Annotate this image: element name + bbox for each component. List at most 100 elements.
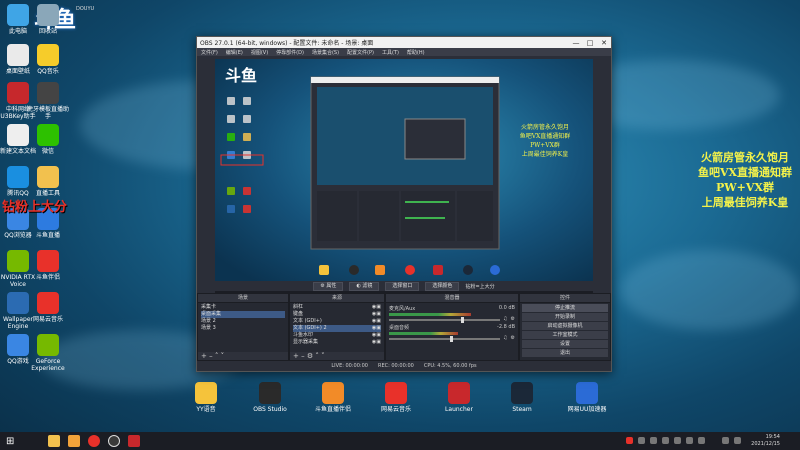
lock-icon[interactable]: ▣ [376, 311, 381, 318]
menu-docks[interactable]: 停靠部件(D) [276, 49, 304, 56]
network-icon[interactable] [734, 437, 741, 444]
tray-icon-7[interactable] [698, 437, 705, 444]
minimize-icon[interactable]: — [569, 39, 583, 47]
source-item-label: 斗鱼水印 [293, 332, 314, 338]
taskbar-netease-icon[interactable] [88, 435, 101, 447]
menu-file[interactable]: 文件(F) [201, 49, 218, 56]
lock-icon[interactable]: ▣ [376, 304, 381, 311]
taskbar-obs-icon[interactable] [108, 435, 121, 447]
desktop-icon[interactable]: 微信 [26, 124, 70, 155]
menu-help[interactable]: 帮助(H) [407, 49, 425, 56]
move-down-icon[interactable]: ˅ [321, 352, 325, 360]
tray-icon-2[interactable] [638, 437, 645, 444]
rec-status: REC: 00:00:00 [377, 363, 414, 369]
taskbar-clock[interactable]: 19:54 2021/12/15 [751, 434, 780, 448]
volume-slider[interactable] [389, 336, 501, 342]
tray-icon-6[interactable] [686, 437, 693, 444]
source-item[interactable]: 斗鱼水印 ◉ ▣ [293, 332, 381, 339]
controls-dock: 控件 停止推流 开始录制 启动虚拟摄像机 工作室模式 设置 退出 [519, 293, 611, 361]
mixer-channel-name: 麦克风/Aux [389, 306, 416, 312]
tray-icon-5[interactable] [674, 437, 681, 444]
desktop-icon[interactable]: 回收站 [26, 4, 70, 35]
source-item[interactable]: 显示器采集 ◉ ▣ [293, 339, 381, 346]
move-up-icon[interactable]: ˄ [315, 352, 319, 360]
gear-icon[interactable]: ⚙ [511, 316, 515, 322]
scene-item[interactable]: 桌面采集 [201, 311, 285, 318]
source-item[interactable]: 斜杠 ◉ ▣ [293, 304, 381, 311]
obs-titlebar[interactable]: OBS 27.0.1 (64-bit, windows) - 配置文件: 未命名… [197, 37, 611, 48]
menu-view[interactable]: 视图(V) [251, 49, 268, 56]
control-button[interactable]: 设置 [522, 340, 608, 348]
menu-profile[interactable]: 配置文件(P) [347, 49, 374, 56]
filters-button[interactable]: ◐ 滤镜 [349, 281, 380, 291]
speaker-icon[interactable]: ♫ [503, 316, 507, 322]
add-icon[interactable]: + [201, 352, 207, 360]
desktop-icon[interactable]: 网易云音乐 [374, 382, 418, 413]
lock-icon[interactable]: ▣ [376, 339, 381, 346]
wechat-icon [37, 124, 59, 146]
desktop-icon[interactable]: YY语音 [184, 382, 228, 413]
tray-icon-3[interactable] [650, 437, 657, 444]
control-button[interactable]: 退出 [522, 349, 608, 357]
control-button[interactable]: 启动虚拟摄像机 [522, 322, 608, 330]
close-icon[interactable]: ✕ [597, 39, 611, 47]
mixer-channel: 桌面音频 -2.8 dB ♫ ⚙ [389, 324, 515, 342]
add-icon[interactable]: + [293, 352, 299, 360]
lock-icon[interactable]: ▣ [376, 325, 381, 332]
desktop-icon[interactable]: 斗鱼直播伴侣 [311, 382, 355, 413]
desktop-icon[interactable]: 斗鱼伴侣 [26, 250, 70, 281]
taskbar-app-icon[interactable] [128, 435, 141, 447]
speaker-icon[interactable]: ♫ [503, 335, 507, 341]
select-color-button[interactable]: 选择颜色 [425, 281, 460, 291]
source-item[interactable]: 键盘 ◉ ▣ [293, 311, 381, 318]
obs-preview[interactable]: 斗鱼 火箭房管永久饱月 鱼吧VX直播通知群 PW+VX群 上周最佳饲养K皇 [215, 59, 593, 295]
gear-icon[interactable]: ⚙ [511, 335, 515, 341]
scenes-footer: + – ˄ ˅ [198, 352, 288, 360]
start-icon[interactable]: ⊞ [6, 436, 14, 447]
remove-icon[interactable]: – [209, 352, 213, 360]
properties-button[interactable]: ⚙ 属性 [313, 281, 344, 291]
control-button[interactable]: 工作室模式 [522, 331, 608, 339]
menu-tools[interactable]: 工具(T) [382, 49, 399, 56]
menu-scene-collection[interactable]: 场景集合(S) [312, 49, 339, 56]
scene-item[interactable]: 采集卡 [201, 304, 285, 311]
sources-dock: 来源 斜杠 ◉ ▣ 键盘 ◉ ▣ 文本 (GDI+) ◉ ▣ 文本 (GDI+) 2 ◉ ▣ 斗… [289, 293, 385, 361]
desktop-icon-label: 斗鱼直播伴侣 [314, 406, 351, 413]
lock-icon[interactable]: ▣ [376, 318, 381, 325]
desktop-icon[interactable]: GeForce Experience [26, 334, 70, 372]
source-item-label: 显示器采集 [293, 339, 319, 345]
volume-icon[interactable] [722, 437, 729, 444]
select-window-button[interactable]: 选择窗口 [385, 281, 420, 291]
desktop-icon[interactable]: 虎牙模板直播助手 [26, 82, 70, 120]
maximize-icon[interactable]: □ [583, 39, 597, 47]
desktop-icon[interactable]: Launcher [437, 382, 481, 413]
menu-edit[interactable]: 编辑(E) [226, 49, 243, 56]
lock-icon[interactable]: ▣ [376, 332, 381, 339]
remove-icon[interactable]: – [301, 352, 305, 360]
tray-icon-1[interactable] [626, 437, 633, 444]
taskbar-folder-icon[interactable] [48, 435, 61, 447]
move-up-icon[interactable]: ˄ [215, 352, 219, 360]
desktop-icon[interactable]: 直播工具 [26, 166, 70, 197]
desktop-icon[interactable]: OBS Studio [248, 382, 292, 413]
desktop-icon[interactable]: QQ音乐 [26, 44, 70, 75]
source-item[interactable]: 文本 (GDI+) ◉ ▣ [293, 318, 381, 325]
taskbar-explorer-icon[interactable] [68, 435, 81, 447]
tray-icon-4[interactable] [662, 437, 669, 444]
control-button[interactable]: 开始录制 [522, 313, 608, 321]
desktop-icon-label: 回收站 [38, 28, 57, 35]
gear-icon[interactable]: ⚙ [307, 352, 313, 360]
desktop-icon[interactable]: 网易云音乐 [26, 292, 70, 323]
scene-item[interactable]: 场景 3 [201, 325, 285, 332]
mixer-dock: 混音器 麦克风/Aux 0.0 dB ♫ ⚙ 桌面音频 -2.8 dB ♫ ⚙ [385, 293, 519, 361]
yy-icon [195, 382, 217, 404]
source-item[interactable]: 文本 (GDI+) 2 ◉ ▣ [293, 325, 381, 332]
scene-item[interactable]: 场景 2 [201, 318, 285, 325]
move-down-icon[interactable]: ˅ [221, 352, 225, 360]
volume-slider[interactable] [389, 317, 501, 323]
desktop-icon[interactable]: 网易UU加速器 [565, 382, 609, 413]
desktop-icon[interactable]: Steam [500, 382, 544, 413]
promo-line-1: 火箭房管永久饱月 [701, 151, 789, 164]
scenes-list: 采集卡 桌面采集 场景 2 场景 3 [198, 303, 288, 333]
control-button[interactable]: 停止推流 [522, 304, 608, 312]
